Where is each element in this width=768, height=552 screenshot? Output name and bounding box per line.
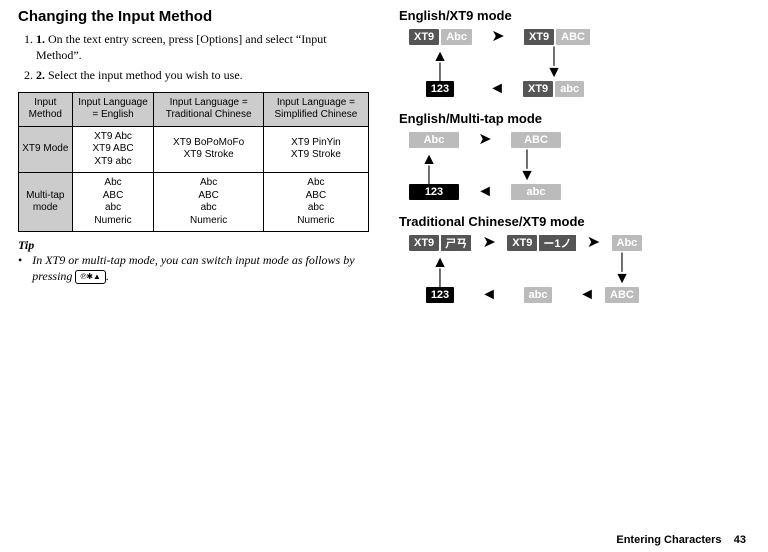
badge-xt9: XT9: [507, 235, 537, 251]
badge-bopomofo: ㄕㄢ: [441, 235, 471, 251]
arrow-up-icon: ▲│: [432, 255, 448, 287]
arrow-right-icon: ➤: [478, 29, 518, 45]
left-column: Changing the Input Method 1. On the text…: [18, 8, 369, 317]
arrow-right-icon: ➤: [582, 235, 606, 251]
badge-123: 123: [426, 81, 454, 97]
input-method-table: Input Method Input Language = English In…: [18, 92, 369, 233]
arrow-up-icon: ▲│: [432, 49, 448, 81]
table-header-simplified: Input Language = Simplified Chinese: [263, 92, 368, 126]
badge-xt9: XT9: [524, 29, 554, 45]
tip-text: • In XT9 or multi-tap mode, you can swit…: [18, 253, 369, 284]
arrow-left-icon: ◄: [477, 81, 517, 97]
table-cell: XT9 Abc XT9 ABC XT9 abc: [72, 126, 154, 173]
arrow-left-icon: ◄: [477, 287, 501, 303]
arrow-down-icon: │▼: [519, 152, 535, 184]
badge-abc-lower: abc: [511, 184, 561, 200]
badge-abc-mixed: Abc: [441, 29, 472, 45]
diagram-heading-english-multitap: English/Multi-tap mode: [399, 111, 750, 126]
badge-abc-upper: ABC: [605, 287, 639, 303]
star-key-icon: ℗✱▲: [75, 270, 106, 284]
arrow-left-icon: ◄: [575, 287, 599, 303]
right-column: English/XT9 mode XT9 Abc ➤ XT9 ABC ▲│ │▼: [399, 8, 750, 317]
footer-section: Entering Characters: [616, 534, 721, 546]
arrow-right-icon: ➤: [477, 235, 501, 251]
badge-123: 123: [426, 287, 454, 303]
badge-xt9: XT9: [409, 235, 439, 251]
diagram-heading-trad-chinese-xt9: Traditional Chinese/XT9 mode: [399, 214, 750, 229]
diagram-english-multitap: Abc ➤ ABC ▲│ │▼ 123 ◄ abc: [409, 132, 750, 200]
badge-xt9: XT9: [523, 81, 553, 97]
table-header-english: Input Language = English: [72, 92, 154, 126]
step-1: 1. On the text entry screen, press [Opti…: [36, 31, 369, 63]
table-cell: Abc ABC abc Numeric: [72, 173, 154, 232]
arrow-up-icon: ▲│: [421, 152, 437, 184]
tip-label: Tip: [18, 238, 369, 253]
table-cell: Abc ABC abc Numeric: [263, 173, 368, 232]
badge-abc-upper: ABC: [556, 29, 590, 45]
diagram-trad-chinese-xt9: XT9 ㄕㄢ ➤ XT9 ー1ノ ➤ Abc ▲│ │▼: [409, 235, 750, 303]
footer-page-number: 43: [734, 534, 746, 546]
badge-abc-lower: abc: [524, 287, 553, 303]
badge-abc-upper: ABC: [511, 132, 561, 148]
steps-list: 1. On the text entry screen, press [Opti…: [18, 31, 369, 84]
table-cell: XT9 PinYin XT9 Stroke: [263, 126, 368, 173]
arrow-left-icon: ◄: [465, 184, 505, 200]
step-2: 2. Select the input method you wish to u…: [36, 67, 369, 83]
table-cell: XT9 BoPoMoFo XT9 Stroke: [154, 126, 263, 173]
badge-123: 123: [409, 184, 459, 200]
arrow-down-icon: │▼: [614, 255, 630, 287]
badge-xt9: XT9: [409, 29, 439, 45]
arrow-right-icon: ➤: [465, 132, 505, 148]
table-header-method: Input Method: [19, 92, 73, 126]
badge-abc-lower: abc: [555, 81, 584, 97]
table-cell: Abc ABC abc Numeric: [154, 173, 263, 232]
diagram-english-xt9: XT9 Abc ➤ XT9 ABC ▲│ │▼ 123 ◄: [409, 29, 750, 97]
arrow-down-icon: │▼: [546, 49, 562, 81]
badge-stroke: ー1ノ: [539, 235, 575, 251]
section-heading: Changing the Input Method: [18, 8, 369, 25]
page-footer: Entering Characters 43: [616, 534, 746, 546]
table-row-multitap-label: Multi-tap mode: [19, 173, 73, 232]
table-row-xt9-label: XT9 Mode: [19, 126, 73, 173]
diagram-heading-english-xt9: English/XT9 mode: [399, 8, 750, 23]
badge-abc-mixed: Abc: [409, 132, 459, 148]
table-header-traditional: Input Language = Traditional Chinese: [154, 92, 263, 126]
badge-abc-mixed: Abc: [612, 235, 643, 251]
